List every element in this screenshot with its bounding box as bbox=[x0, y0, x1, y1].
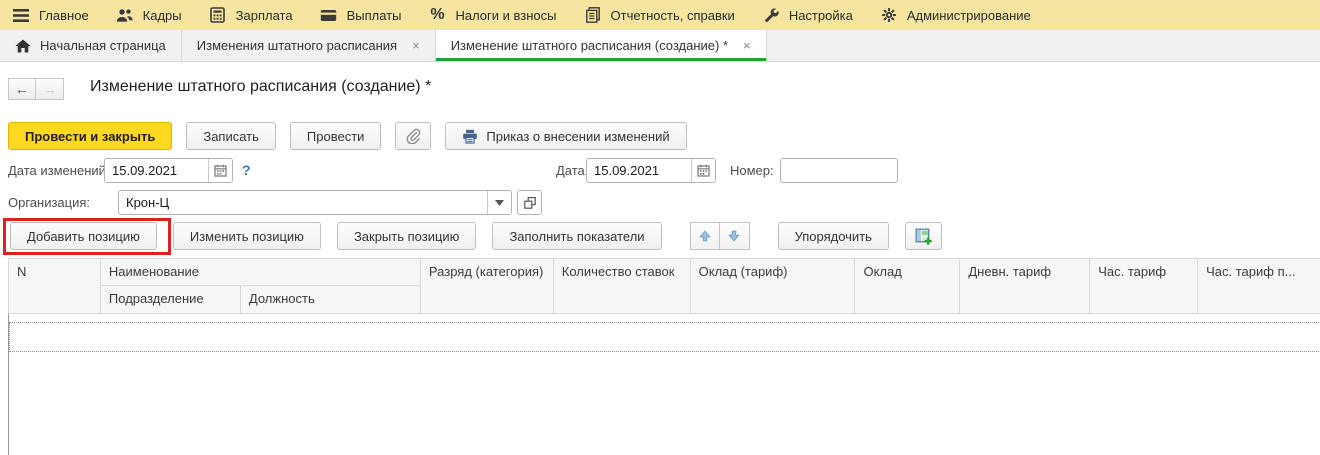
move-up-button[interactable] bbox=[689, 222, 720, 250]
column-header-department[interactable]: Подразделение bbox=[101, 286, 241, 313]
history-nav: ← → bbox=[8, 78, 64, 100]
post-and-close-button[interactable]: Провести и закрыть bbox=[8, 122, 173, 150]
change-date-label: Дата изменений: bbox=[8, 163, 110, 178]
date-label: Дата: bbox=[556, 163, 589, 178]
report-icon bbox=[584, 7, 602, 24]
fill-indicators-button[interactable]: Заполнить показатели bbox=[492, 222, 662, 250]
tab-staff-changes-list[interactable]: Изменения штатного расписания × bbox=[182, 30, 436, 61]
organization-label: Организация: bbox=[8, 195, 91, 210]
menu-item-label: Кадры bbox=[142, 7, 182, 23]
column-header-name[interactable]: Наименование bbox=[100, 259, 421, 286]
move-row-buttons bbox=[689, 222, 750, 250]
date-input[interactable] bbox=[587, 159, 691, 182]
back-button[interactable]: ← bbox=[8, 78, 36, 100]
tab-staff-change-new[interactable]: Изменение штатного расписания (создание)… bbox=[435, 30, 767, 61]
tab-label: Изменение штатного расписания (создание)… bbox=[450, 38, 728, 53]
number-field bbox=[780, 158, 898, 183]
date-field bbox=[586, 158, 716, 183]
organization-row: Организация: bbox=[0, 190, 1320, 216]
column-header-day-tariff[interactable]: Дневн. тариф bbox=[960, 259, 1091, 313]
menu-item-reports[interactable]: Отчетность, справки bbox=[584, 7, 735, 24]
calendar-icon[interactable] bbox=[691, 159, 715, 182]
menu-item-main[interactable]: Главное bbox=[12, 7, 89, 24]
printer-icon bbox=[462, 129, 478, 144]
form-toolbar: Провести и закрыть Записать Провести При… bbox=[8, 122, 687, 150]
calendar-icon[interactable] bbox=[208, 159, 232, 182]
sort-button[interactable]: Упорядочить bbox=[777, 222, 889, 250]
print-order-label: Приказ о внесении изменений bbox=[486, 128, 670, 144]
main-menubar: Главное Кадры Зарплата Выплаты % Налоги … bbox=[0, 0, 1320, 30]
edit-position-button[interactable]: Изменить позицию bbox=[172, 222, 321, 250]
tab-home[interactable]: Начальная страница bbox=[0, 30, 182, 61]
column-header-grade[interactable]: Разряд (категория) bbox=[421, 259, 554, 313]
close-icon[interactable]: × bbox=[412, 38, 420, 53]
positions-table-body bbox=[8, 314, 1320, 455]
menu-item-settings[interactable]: Настройка bbox=[762, 7, 853, 24]
people-icon bbox=[116, 7, 134, 24]
menu-item-label: Зарплата bbox=[235, 7, 293, 23]
organization-field bbox=[118, 190, 512, 215]
tab-label: Изменения штатного расписания bbox=[196, 38, 398, 53]
positions-table-header: N Наименование Подразделение Должность Р… bbox=[8, 258, 1320, 314]
menu-item-salary[interactable]: Зарплата bbox=[209, 7, 293, 24]
menu-item-payments[interactable]: Выплаты bbox=[320, 7, 402, 24]
number-label: Номер: bbox=[730, 163, 774, 178]
change-date-input[interactable] bbox=[105, 159, 208, 182]
close-position-button[interactable]: Закрыть позицию bbox=[336, 222, 477, 250]
gear-icon bbox=[880, 7, 898, 24]
menu-item-label: Выплаты bbox=[346, 7, 402, 23]
change-date-field bbox=[104, 158, 233, 183]
attachments-button[interactable] bbox=[395, 122, 432, 150]
page-title: Изменение штатного расписания (создание)… bbox=[90, 78, 432, 95]
name-subcolumns: Подразделение Должность bbox=[101, 286, 421, 313]
wrench-icon bbox=[762, 7, 780, 24]
print-order-button[interactable]: Приказ о внесении изменений bbox=[445, 122, 687, 150]
add-position-button[interactable]: Добавить позицию bbox=[10, 222, 157, 250]
column-header-position[interactable]: Должность bbox=[241, 286, 421, 313]
save-button[interactable]: Записать bbox=[186, 122, 276, 150]
paperclip-icon bbox=[405, 128, 421, 144]
menu-item-taxes[interactable]: % Налоги и взносы bbox=[428, 6, 557, 24]
percent-icon: % bbox=[430, 6, 445, 23]
organization-input[interactable] bbox=[119, 191, 487, 214]
column-header-hour-tariff-2[interactable]: Час. тариф п... bbox=[1198, 259, 1320, 313]
dates-row: Дата изменений: ? Дата: Номер: bbox=[0, 158, 1320, 184]
menu-item-label: Налоги и взносы bbox=[455, 7, 557, 23]
number-input[interactable] bbox=[781, 159, 897, 182]
column-header-n[interactable]: N bbox=[9, 259, 101, 313]
column-header-hour-tariff[interactable]: Час. тариф bbox=[1090, 259, 1199, 313]
empty-selected-row[interactable] bbox=[9, 322, 1320, 352]
menu-item-administration[interactable]: Администрирование bbox=[880, 7, 1031, 24]
help-link[interactable]: ? bbox=[242, 162, 251, 178]
hamburger-icon bbox=[12, 7, 30, 24]
menu-item-hr[interactable]: Кадры bbox=[116, 7, 182, 24]
arrow-up-icon bbox=[698, 229, 712, 243]
column-header-salary-tariff[interactable]: Оклад (тариф) bbox=[691, 259, 856, 313]
open-organization-button[interactable] bbox=[517, 190, 542, 215]
app-window: Главное Кадры Зарплата Выплаты % Налоги … bbox=[0, 0, 1320, 455]
column-group-name: Наименование Подразделение Должность bbox=[100, 259, 421, 313]
menu-item-label: Отчетность, справки bbox=[610, 7, 735, 23]
menu-item-label: Главное bbox=[39, 7, 89, 23]
forward-button[interactable]: → bbox=[36, 78, 64, 100]
arrow-down-icon bbox=[727, 229, 741, 243]
menu-item-label: Настройка bbox=[788, 7, 853, 23]
tab-label: Начальная страница bbox=[40, 38, 166, 53]
card-icon bbox=[320, 7, 338, 24]
tab-bar: Начальная страница Изменения штатного ра… bbox=[0, 30, 1320, 62]
close-icon[interactable]: × bbox=[743, 38, 751, 53]
calculator-icon bbox=[209, 7, 227, 24]
table-add-icon bbox=[915, 228, 932, 245]
open-in-window-icon bbox=[523, 196, 537, 210]
column-header-rate-count[interactable]: Количество ставок bbox=[554, 259, 691, 313]
chevron-down-icon[interactable] bbox=[487, 191, 511, 214]
change-form-button[interactable] bbox=[904, 222, 942, 250]
menu-item-label: Администрирование bbox=[906, 7, 1031, 23]
post-button[interactable]: Провести bbox=[289, 122, 382, 150]
move-down-button[interactable] bbox=[719, 222, 750, 250]
column-header-salary[interactable]: Оклад bbox=[855, 259, 961, 313]
home-icon bbox=[15, 39, 31, 53]
positions-toolbar: Добавить позицию Изменить позицию Закрыт… bbox=[10, 222, 942, 250]
